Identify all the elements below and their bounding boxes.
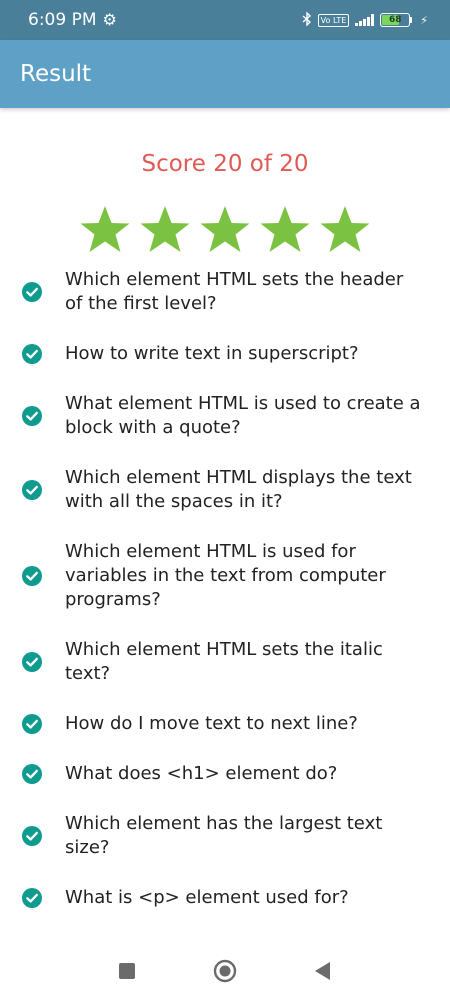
star-icon xyxy=(320,206,370,252)
list-item[interactable]: How to write text in superscript? xyxy=(0,342,450,366)
star-icon xyxy=(200,206,250,252)
home-circle-icon[interactable] xyxy=(213,959,237,983)
status-bar-right: Vo LTE 68 ⚡ xyxy=(302,10,428,29)
battery-body: 68 xyxy=(380,13,411,27)
battery-icon: 68 xyxy=(380,13,413,27)
check-circle-icon xyxy=(22,566,42,586)
question-text: How to write text in superscript? xyxy=(65,343,359,364)
navigation-bar xyxy=(0,942,450,1000)
question-text: What element HTML is used to create a bl… xyxy=(65,393,421,438)
star-rating xyxy=(0,204,450,260)
status-bar-left: 6:09 PM ⚙ xyxy=(28,10,117,30)
question-text: What is <p> element used for? xyxy=(65,887,349,908)
question-text: What does <h1> element do? xyxy=(65,763,338,784)
check-circle-icon xyxy=(22,652,42,672)
gear-icon: ⚙ xyxy=(102,10,117,29)
check-circle-icon xyxy=(22,826,42,846)
battery-level: 68 xyxy=(389,15,402,25)
question-text: Which element has the largest text size? xyxy=(65,813,383,858)
check-circle-icon xyxy=(22,480,42,500)
status-time: 6:09 PM xyxy=(28,10,97,30)
list-item[interactable]: What is <p> element used for? xyxy=(0,886,450,910)
recents-square-icon[interactable] xyxy=(115,959,139,983)
question-text: How do I move text to next line? xyxy=(65,713,358,734)
app-bar: Result xyxy=(0,40,450,108)
star-icon xyxy=(140,206,190,252)
status-bar: 6:09 PM ⚙ Vo LTE 68 ⚡ xyxy=(0,0,450,40)
question-text: Which element HTML is used for variables… xyxy=(65,541,386,610)
list-item[interactable]: How do I move text to next line? xyxy=(0,712,450,736)
check-circle-icon xyxy=(22,764,42,784)
list-item[interactable]: Which element HTML displays the text wit… xyxy=(0,466,450,514)
check-circle-icon xyxy=(22,714,42,734)
volte-badge: Vo LTE xyxy=(317,13,350,27)
question-text: Which element HTML sets the header of th… xyxy=(65,269,404,314)
check-circle-icon xyxy=(22,282,42,302)
list-item[interactable]: Which element HTML sets the italic text? xyxy=(0,638,450,686)
back-triangle-icon[interactable] xyxy=(311,959,335,983)
list-item[interactable]: Which element HTML sets the header of th… xyxy=(0,268,450,316)
bluetooth-icon xyxy=(302,10,312,29)
question-list[interactable]: Which element HTML sets the header of th… xyxy=(0,268,450,942)
star-icon xyxy=(260,206,310,252)
check-circle-icon xyxy=(22,888,42,908)
question-text: Which element HTML sets the italic text? xyxy=(65,639,383,684)
score-text: Score 20 of 20 xyxy=(141,151,309,177)
question-text: Which element HTML displays the text wit… xyxy=(65,467,412,512)
list-item[interactable]: Which element has the largest text size? xyxy=(0,812,450,860)
signal-icon xyxy=(355,14,375,26)
list-item[interactable]: Which element HTML is used for variables… xyxy=(0,540,450,612)
charging-icon: ⚡ xyxy=(420,13,428,27)
check-circle-icon xyxy=(22,406,42,426)
star-icon xyxy=(80,206,130,252)
page-title: Result xyxy=(20,61,92,87)
list-item[interactable]: What does <h1> element do? xyxy=(0,762,450,786)
list-item[interactable]: What element HTML is used to create a bl… xyxy=(0,392,450,440)
battery-tip xyxy=(410,17,413,23)
check-circle-icon xyxy=(22,344,42,364)
